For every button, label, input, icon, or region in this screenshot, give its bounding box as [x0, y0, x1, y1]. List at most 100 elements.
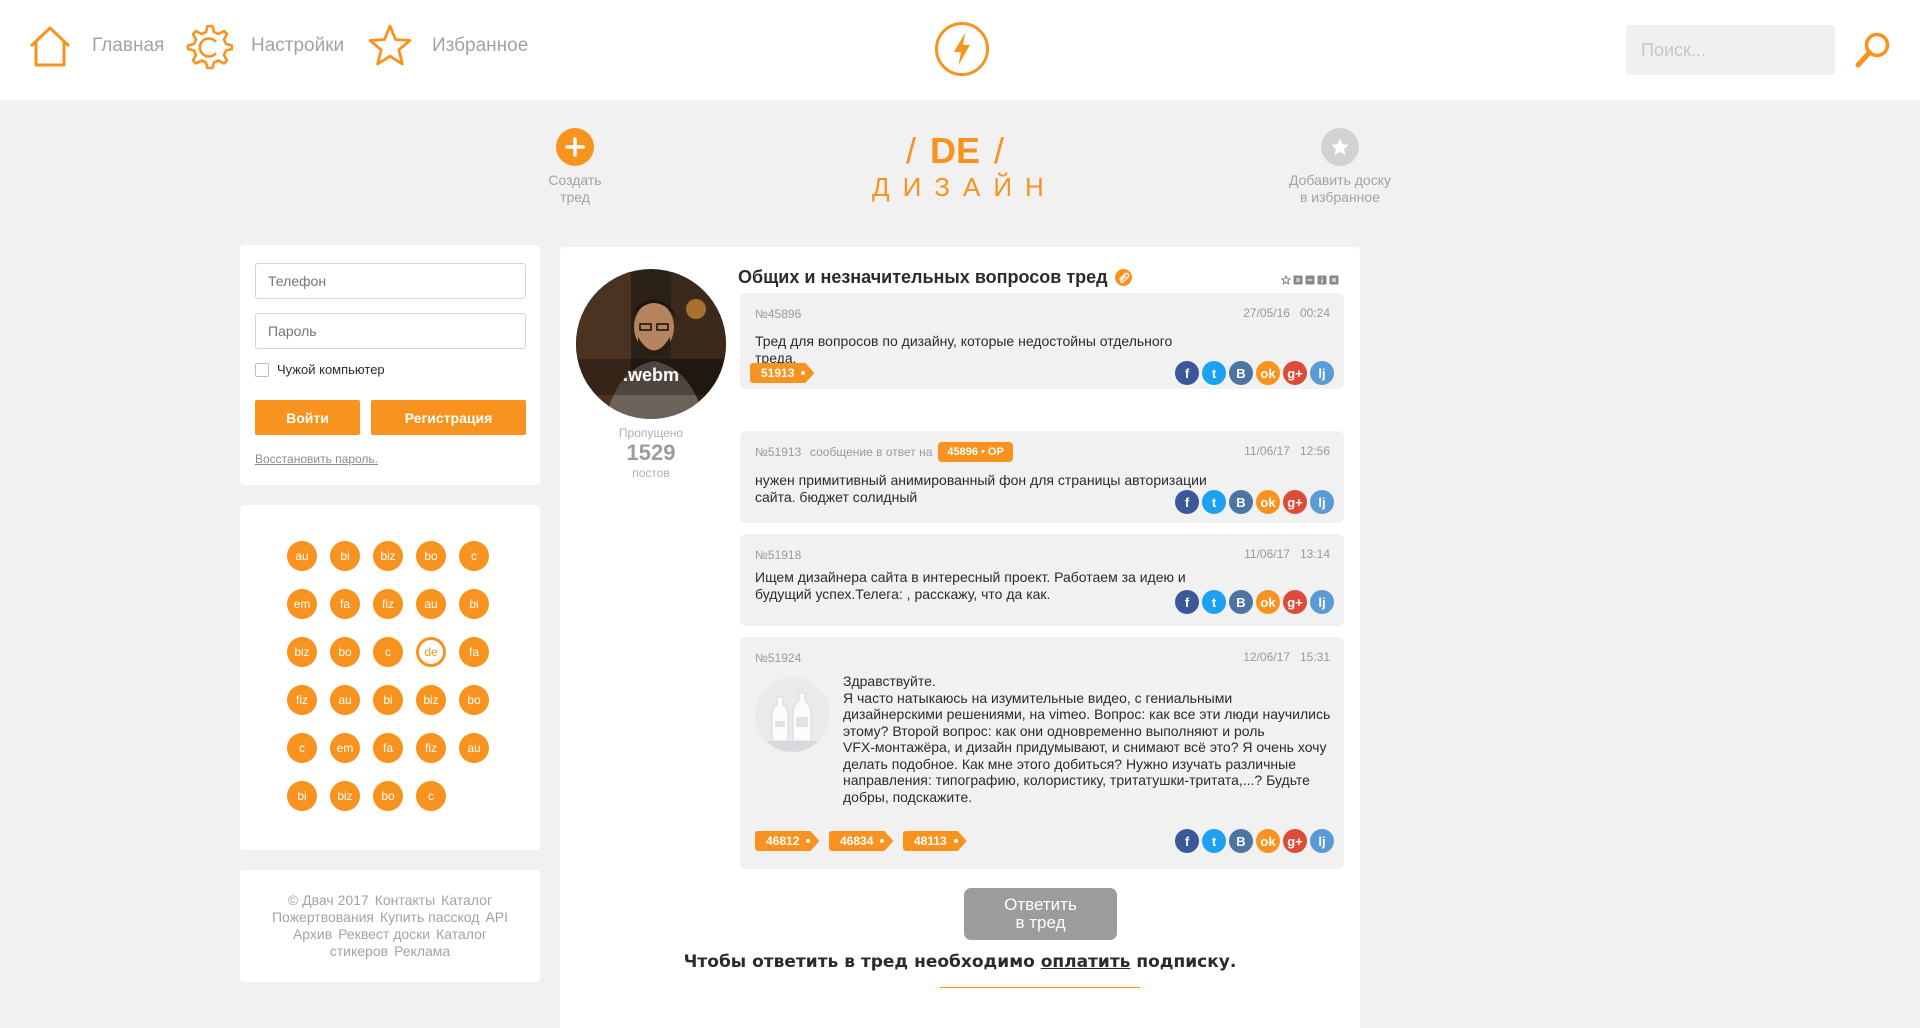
- footer-link-stickers[interactable]: стикеров: [330, 943, 388, 959]
- lightning-bolt-icon[interactable]: [934, 21, 990, 77]
- livejournal-icon[interactable]: lj: [1310, 590, 1334, 614]
- footer-link-catalog[interactable]: Каталог: [441, 892, 492, 908]
- board-chip-c[interactable]: c: [459, 541, 489, 571]
- board-chip-biz[interactable]: biz: [330, 781, 360, 811]
- nav-settings[interactable]: Настройки: [185, 22, 344, 70]
- board-chip-au[interactable]: au: [330, 685, 360, 715]
- board-chip-au[interactable]: au: [416, 589, 446, 619]
- board-chip-bo[interactable]: bo: [330, 637, 360, 667]
- password-field[interactable]: [255, 313, 526, 349]
- board-chip-em[interactable]: em: [287, 589, 317, 619]
- google-plus-icon[interactable]: g+: [1283, 829, 1307, 853]
- board-chip-em[interactable]: em: [330, 733, 360, 763]
- google-plus-icon[interactable]: g+: [1283, 361, 1307, 385]
- facebook-icon[interactable]: f: [1175, 829, 1199, 853]
- board-chip-fiz[interactable]: fiz: [416, 733, 446, 763]
- odnoklassniki-icon[interactable]: ok: [1256, 490, 1280, 514]
- post-reply: №51924 12/06/17 15:31 Здравствуйте. Я ча…: [740, 637, 1344, 869]
- reply-to-op-link[interactable]: 45896 • OP: [938, 442, 1013, 462]
- vk-icon[interactable]: B: [1229, 361, 1253, 385]
- star-icon[interactable]: [1280, 272, 1292, 285]
- pay-link[interactable]: оплатить: [1041, 952, 1131, 972]
- twitter-icon[interactable]: t: [1202, 829, 1226, 853]
- search-input[interactable]: [1626, 25, 1835, 75]
- register-button[interactable]: Регистрация: [371, 400, 526, 435]
- info-icon[interactable]: [1317, 272, 1327, 285]
- twitter-icon[interactable]: t: [1202, 590, 1226, 614]
- foreign-computer-checkbox[interactable]: Чужой компьютер: [255, 362, 385, 377]
- livejournal-icon[interactable]: lj: [1310, 829, 1334, 853]
- board-chip-bi[interactable]: bi: [287, 781, 317, 811]
- board-chip-fiz[interactable]: fiz: [287, 685, 317, 715]
- board-chip-biz[interactable]: biz: [416, 685, 446, 715]
- facebook-icon[interactable]: f: [1175, 590, 1199, 614]
- livejournal-icon[interactable]: lj: [1310, 490, 1334, 514]
- board-chip-au[interactable]: au: [287, 541, 317, 571]
- board-code: DE: [929, 130, 980, 171]
- close-icon[interactable]: [1329, 272, 1339, 285]
- minus-icon[interactable]: [1305, 272, 1315, 285]
- odnoklassniki-icon[interactable]: ok: [1256, 361, 1280, 385]
- board-chip-c[interactable]: c: [416, 781, 446, 811]
- phone-field[interactable]: [255, 263, 526, 299]
- vk-icon[interactable]: B: [1229, 829, 1253, 853]
- nav-home[interactable]: Главная: [26, 22, 164, 70]
- board-chip-fa[interactable]: fa: [459, 637, 489, 667]
- login-button[interactable]: Войти: [255, 400, 360, 435]
- create-thread-button[interactable]: Создать тред: [540, 128, 610, 206]
- board-chip-bo[interactable]: bo: [416, 541, 446, 571]
- op-media-thumbnail[interactable]: .webm: [576, 269, 726, 419]
- board-chip-fiz[interactable]: fiz: [373, 589, 403, 619]
- reply-link[interactable]: 46834: [829, 831, 894, 851]
- odnoklassniki-icon[interactable]: ok: [1256, 590, 1280, 614]
- google-plus-icon[interactable]: g+: [1283, 490, 1307, 514]
- board-chip-biz[interactable]: biz: [373, 541, 403, 571]
- add-board-to-favorites-button[interactable]: Добавить доску в избранное: [1278, 128, 1402, 206]
- board-chip-fa[interactable]: fa: [373, 733, 403, 763]
- footer-link-api[interactable]: API: [485, 909, 508, 925]
- footer-link-donations[interactable]: Пожертвования: [272, 909, 374, 925]
- board-chip-fa[interactable]: fa: [330, 589, 360, 619]
- nav-favorites[interactable]: Избранное: [366, 22, 528, 70]
- board-chip-bi[interactable]: bi: [373, 685, 403, 715]
- footer-link-contacts[interactable]: Контакты: [375, 892, 435, 908]
- post-date: 27/05/16 00:24: [1243, 306, 1330, 320]
- twitter-icon[interactable]: t: [1202, 361, 1226, 385]
- search-icon[interactable]: [1853, 30, 1893, 70]
- vk-icon[interactable]: B: [1229, 590, 1253, 614]
- board-chip-c[interactable]: c: [373, 637, 403, 667]
- footer-link-sticker-catalog[interactable]: Каталог: [436, 926, 487, 942]
- twitter-icon[interactable]: t: [1202, 490, 1226, 514]
- facebook-icon[interactable]: f: [1175, 361, 1199, 385]
- board-chip-bo[interactable]: bo: [459, 685, 489, 715]
- footer-link-buy-passcode[interactable]: Купить пасскод: [380, 909, 479, 925]
- reply-to-thread-button[interactable]: Ответить в тред: [964, 888, 1117, 940]
- restore-password-link[interactable]: Восстановить пароль.: [255, 452, 378, 466]
- reply-link[interactable]: 48113: [903, 831, 967, 851]
- footer-link-archive[interactable]: Архив: [293, 926, 332, 942]
- board-chip-biz[interactable]: biz: [287, 637, 317, 667]
- checkbox[interactable]: [255, 362, 269, 377]
- footer-link-ads[interactable]: Реклама: [394, 943, 450, 959]
- livejournal-icon[interactable]: lj: [1310, 361, 1334, 385]
- post-image-thumbnail[interactable]: [755, 677, 830, 752]
- board-chip-bi[interactable]: bi: [459, 589, 489, 619]
- post-number[interactable]: №51918: [755, 548, 801, 562]
- number-icon[interactable]: [1293, 272, 1303, 285]
- footer-link-board-request[interactable]: Реквест доски: [338, 926, 430, 942]
- reply-link[interactable]: 51913: [750, 363, 815, 383]
- google-plus-icon[interactable]: g+: [1283, 590, 1307, 614]
- vk-icon[interactable]: B: [1229, 490, 1253, 514]
- post-number[interactable]: №45896: [755, 307, 801, 321]
- post-number[interactable]: №51913: [755, 445, 801, 459]
- post-number[interactable]: №51924: [755, 651, 801, 665]
- reply-link[interactable]: 46812: [755, 831, 820, 851]
- facebook-icon[interactable]: f: [1175, 490, 1199, 514]
- board-chip-au[interactable]: au: [459, 733, 489, 763]
- odnoklassniki-icon[interactable]: ok: [1256, 829, 1280, 853]
- notice-prefix: Чтобы ответить в тред необходимо: [683, 952, 1035, 972]
- board-chip-bi[interactable]: bi: [330, 541, 360, 571]
- board-chip-de[interactable]: de: [416, 637, 446, 667]
- board-chip-bo[interactable]: bo: [373, 781, 403, 811]
- board-chip-c[interactable]: c: [287, 733, 317, 763]
